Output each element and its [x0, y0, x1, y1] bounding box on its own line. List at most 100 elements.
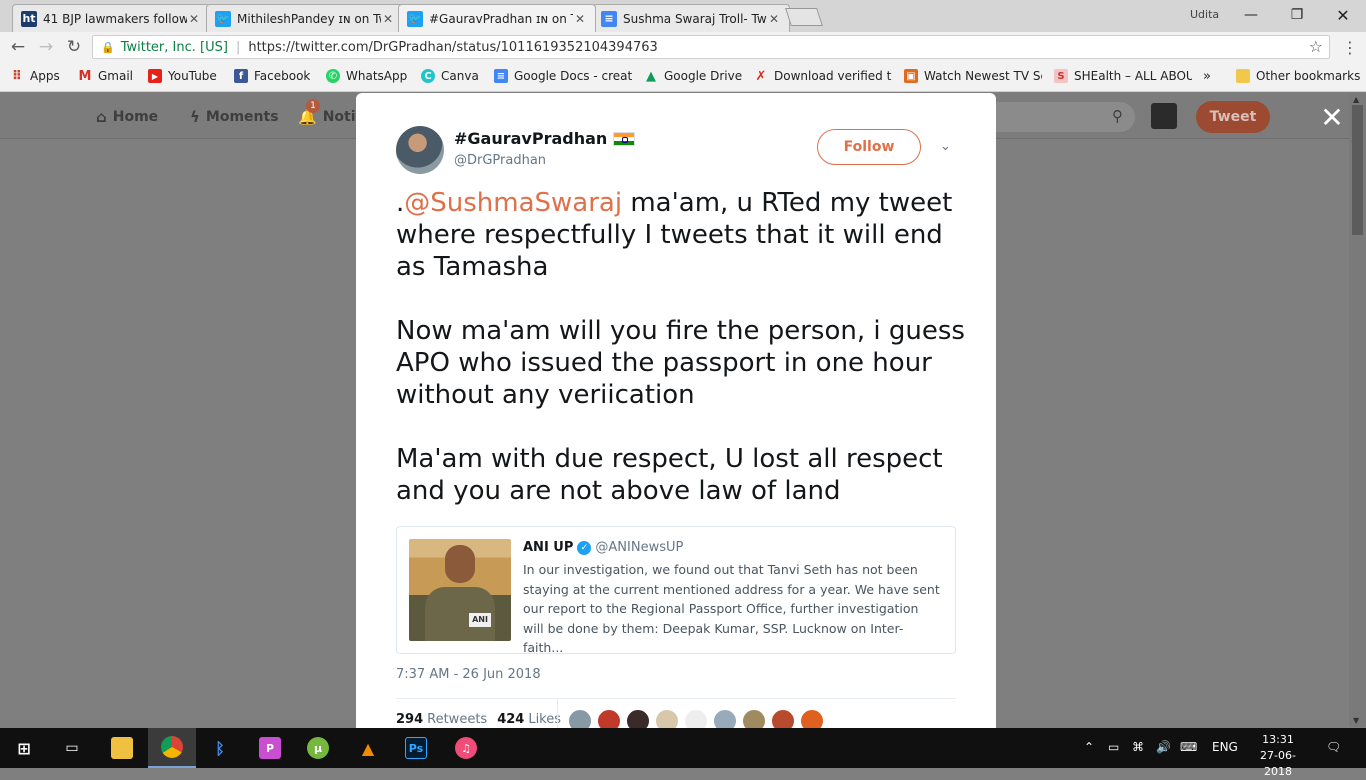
back-arrow-icon[interactable]: ←: [6, 36, 30, 58]
close-window-icon[interactable]: ✕: [1320, 0, 1366, 30]
twitter-search-input[interactable]: r ⚲: [975, 102, 1135, 132]
maximize-icon[interactable]: ❐: [1274, 0, 1320, 30]
bookmark-watch-tv[interactable]: ▣ Watch Newest TV Se: [904, 69, 1042, 83]
battery-icon[interactable]: ▭: [1108, 740, 1119, 754]
browser-tab[interactable]: 🐦 MithileshPandey ɪɴ on Tw ✕: [206, 4, 404, 32]
tweet-timestamp[interactable]: 7:37 AM - 26 Jun 2018: [396, 667, 541, 682]
new-tab-button[interactable]: [785, 8, 823, 26]
display-name-text: #GauravPradhan: [454, 129, 608, 148]
scroll-up-icon[interactable]: ▲: [1353, 95, 1359, 104]
bookmark-google-drive[interactable]: ▲ Google Drive: [644, 69, 742, 83]
close-tab-icon[interactable]: ✕: [573, 12, 587, 26]
google-drive-icon: ▲: [646, 69, 656, 83]
keyboard-icon[interactable]: ⌨: [1180, 740, 1197, 754]
bookmark-apps[interactable]: ⠿ Apps: [10, 69, 60, 83]
bookmark-download[interactable]: ✗ Download verified to: [754, 69, 892, 83]
volume-icon[interactable]: 🔊: [1156, 740, 1171, 754]
display-name[interactable]: #GauravPradhan: [454, 129, 636, 148]
tweet-text-body: ma'am, u RTed my tweet where respectfull…: [396, 188, 965, 506]
quoted-author: ANI UP ✓ @ANINewsUP: [523, 540, 683, 555]
bookmark-google-docs[interactable]: ≡ Google Docs - create: [494, 69, 632, 83]
photoshop-icon[interactable]: Ps: [392, 728, 440, 768]
bookmark-other[interactable]: Other bookmarks: [1236, 69, 1360, 83]
chrome-menu-icon[interactable]: ⋮: [1342, 38, 1358, 57]
tv-icon: ▣: [904, 69, 918, 83]
bookmark-label: Watch Newest TV Se: [924, 69, 1042, 83]
quoted-tweet[interactable]: ANI ANI UP ✓ @ANINewsUP In our investiga…: [396, 526, 956, 655]
profile-name[interactable]: Udita: [1190, 8, 1219, 21]
scrollbar[interactable]: ▲ ▼: [1349, 93, 1366, 727]
bluetooth-icon[interactable]: ᛒ: [196, 728, 244, 768]
bookmark-star-icon[interactable]: ☆: [1309, 37, 1323, 56]
chrome-icon[interactable]: [148, 728, 196, 768]
twitter-bird-icon: 🐦: [215, 10, 231, 27]
vlc-icon[interactable]: ▲: [344, 728, 392, 768]
bookmark-label: Other bookmarks: [1256, 69, 1361, 83]
itunes-icon[interactable]: ♫: [442, 728, 490, 768]
notifications-icon[interactable]: 🗨: [1326, 740, 1341, 754]
tab-title: 41 BJP lawmakers follow: [43, 11, 187, 26]
utorrent-icon[interactable]: µ: [294, 728, 342, 768]
bookmark-label: Facebook: [254, 69, 311, 83]
browser-tab[interactable]: ≡ Sushma Swaraj Troll- Twit ✕: [592, 4, 790, 32]
more-bookmarks-chevron[interactable]: »: [1203, 69, 1211, 84]
tab-strip: ht 41 BJP lawmakers follow ✕ 🐦 Mithilesh…: [0, 0, 1366, 32]
quoted-tweet-image: ANI: [409, 539, 511, 641]
tweet-button[interactable]: Tweet: [1196, 101, 1270, 133]
whatsapp-icon: ✆: [326, 69, 340, 83]
language-indicator[interactable]: ENG: [1212, 740, 1238, 754]
shealth-icon: S: [1054, 69, 1068, 83]
chevron-up-icon[interactable]: ⌃: [1084, 740, 1094, 754]
browser-tab-active[interactable]: 🐦 #GauravPradhan ɪɴ on Tw ✕: [398, 4, 596, 32]
bookmark-gmail[interactable]: M Gmail: [78, 69, 133, 83]
browser-tab[interactable]: ht 41 BJP lawmakers follow ✕: [12, 4, 210, 32]
bookmark-whatsapp[interactable]: ✆ WhatsApp: [326, 69, 407, 83]
bookmark-label: Google Docs - create: [514, 69, 632, 83]
search-icon[interactable]: ⚲: [1112, 107, 1123, 125]
bookmark-shealth[interactable]: S SHEalth – ALL ABOU: [1054, 69, 1192, 83]
scrollbar-thumb[interactable]: [1352, 105, 1363, 235]
close-tab-icon[interactable]: ✕: [381, 12, 395, 26]
chevron-down-icon[interactable]: ⌄: [940, 139, 951, 154]
avatar[interactable]: [1151, 103, 1177, 129]
reload-icon[interactable]: ↻: [62, 36, 86, 58]
mention-link[interactable]: @SushmaSwaraj: [404, 188, 622, 218]
close-icon[interactable]: ✕: [1318, 101, 1346, 134]
scroll-down-icon[interactable]: ▼: [1353, 716, 1359, 725]
address-bar[interactable]: 🔒 Twitter, Inc. [US] | https://twitter.c…: [92, 35, 1330, 59]
tweet-text: .@SushmaSwaraj ma'am, u RTed my tweet wh…: [396, 187, 966, 507]
forward-arrow-icon[interactable]: →: [34, 36, 58, 58]
home-icon: ⌂: [96, 108, 107, 126]
likes-stat[interactable]: 424 Likes: [497, 712, 561, 727]
user-handle[interactable]: @DrGPradhan: [454, 153, 546, 168]
quoted-author-name: ANI UP: [523, 540, 574, 555]
picsart-icon[interactable]: P: [246, 728, 294, 768]
bookmarks-bar: ⠿ Apps M Gmail ▶ YouTube f Facebook ✆ Wh…: [0, 62, 1366, 92]
close-tab-icon[interactable]: ✕: [767, 12, 781, 26]
bookmark-label: YouTube: [168, 69, 217, 83]
avatar[interactable]: [396, 126, 444, 174]
network-icon[interactable]: ⌘: [1132, 740, 1144, 754]
retweets-count: 294: [396, 712, 424, 727]
folder-icon: [1236, 69, 1250, 83]
close-tab-icon[interactable]: ✕: [187, 12, 201, 26]
windows-start-icon[interactable]: ⊞: [0, 728, 48, 768]
file-explorer-icon[interactable]: [98, 728, 146, 768]
bookmark-canva[interactable]: C Canva: [421, 69, 479, 83]
canva-icon: C: [421, 69, 435, 83]
nav-home[interactable]: ⌂ Home: [96, 108, 158, 126]
browser-toolbar: ← → ↻ 🔒 Twitter, Inc. [US] | https://twi…: [0, 32, 1366, 62]
twitter-bird-icon: 🐦: [407, 10, 423, 27]
bookmark-youtube[interactable]: ▶ YouTube: [148, 69, 217, 83]
bookmark-facebook[interactable]: f Facebook: [234, 69, 310, 83]
retweets-stat[interactable]: 294 Retweets: [396, 712, 487, 727]
nav-moments[interactable]: ϟ Moments: [190, 108, 279, 126]
minimize-icon[interactable]: —: [1228, 0, 1274, 30]
system-clock[interactable]: 13:31 27-06-2018: [1248, 732, 1308, 780]
google-docs-icon: ≡: [494, 69, 508, 83]
x-icon: ✗: [755, 69, 767, 83]
url-text[interactable]: https://twitter.com/DrGPradhan/status/10…: [248, 40, 657, 55]
lightning-icon: ϟ: [190, 108, 200, 126]
task-view-icon[interactable]: ▭: [48, 728, 96, 768]
follow-button[interactable]: Follow: [817, 129, 921, 165]
